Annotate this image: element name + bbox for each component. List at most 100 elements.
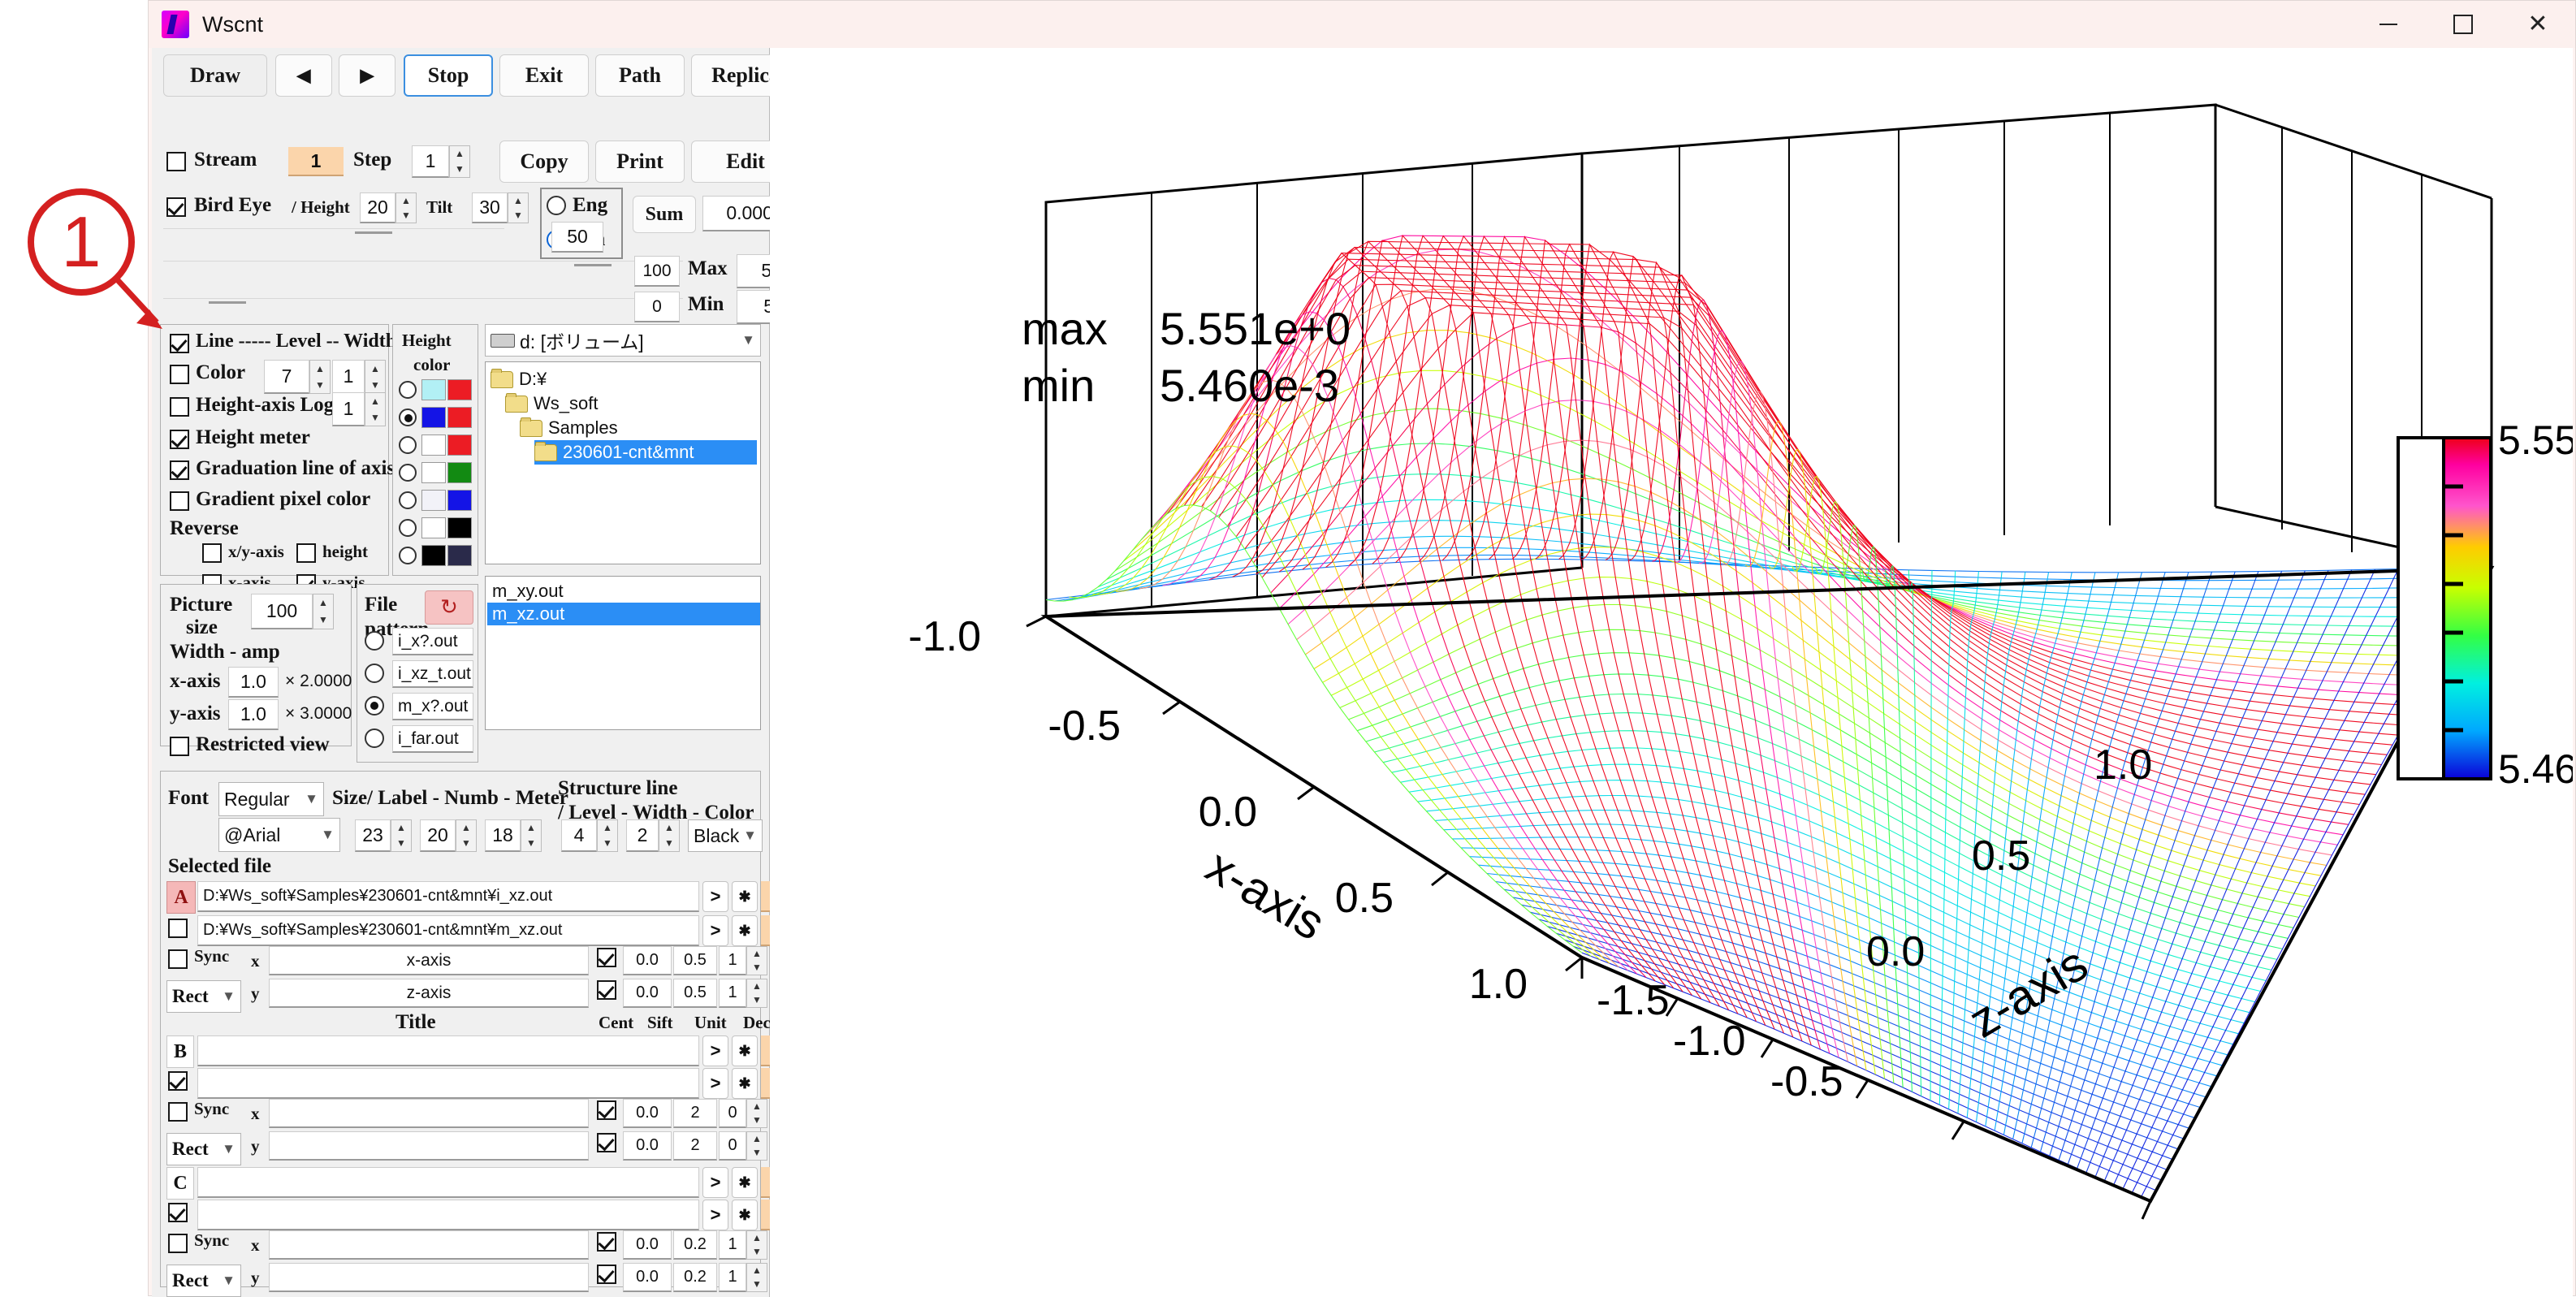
width-spinner-down[interactable]: ▼ xyxy=(365,377,385,393)
block-c-row1-star[interactable]: ✱ xyxy=(732,1167,758,1198)
drive-select[interactable]: d: [ボリューム] ▼ xyxy=(485,324,761,357)
axis-b-y-sift[interactable]: 0.0 xyxy=(623,1131,672,1161)
picture-y-axis-input[interactable]: 1.0 xyxy=(228,699,279,730)
sum-button[interactable]: Sum xyxy=(633,196,696,233)
shape-b-select[interactable]: Rect ▼ xyxy=(166,1133,241,1165)
cxd-down[interactable]: ▼ xyxy=(747,1245,767,1259)
ns-down[interactable]: ▼ xyxy=(456,836,476,851)
directory-tree[interactable]: D:¥Ws_softSamples230601-cnt&mnt xyxy=(485,361,761,564)
level-input[interactable]: 7 xyxy=(264,360,309,394)
height-color-radio-2[interactable] xyxy=(399,436,417,454)
restricted-view-checkbox[interactable] xyxy=(170,737,189,756)
line-checkbox[interactable] xyxy=(170,334,189,353)
width-input[interactable]: 1 xyxy=(332,360,365,394)
block-b-row2-expand[interactable]: > xyxy=(702,1068,728,1099)
minimize-button[interactable] xyxy=(2351,1,2426,48)
label-size-spinner[interactable]: ▲▼ xyxy=(391,819,412,852)
block-c-row1-expand[interactable]: > xyxy=(702,1167,728,1198)
file-pattern-label-1[interactable]: i_xz_t.out xyxy=(392,660,473,688)
step-spinner-up[interactable]: ▲ xyxy=(450,146,469,162)
height-color-radio-5[interactable] xyxy=(399,519,417,537)
axis-a-y-deci-spinner[interactable]: ▲▼ xyxy=(746,979,767,1008)
color-checkbox[interactable] xyxy=(170,365,189,384)
step-spinner[interactable]: ▲ ▼ xyxy=(449,145,470,178)
axis-c-x-cent-checkbox[interactable] xyxy=(597,1232,616,1252)
axis-a-y-cent-checkbox[interactable] xyxy=(597,980,616,1000)
level-spinner-up[interactable]: ▲ xyxy=(310,361,330,377)
stream-value[interactable]: 1 xyxy=(288,147,344,176)
meter-size-spinner[interactable]: ▲▼ xyxy=(521,819,542,852)
block-c-row2-input[interactable] xyxy=(197,1200,699,1230)
axis-c-y-title[interactable] xyxy=(269,1263,589,1292)
height-color-swatch-left-3[interactable] xyxy=(421,462,446,483)
file-b-checkbox[interactable] xyxy=(168,919,188,938)
step-spinner-down[interactable]: ▼ xyxy=(450,162,469,177)
bird-eye-checkbox[interactable] xyxy=(166,197,186,217)
file-b-star-button[interactable]: ✱ xyxy=(732,915,758,946)
axis-b-x-sift[interactable]: 0.0 xyxy=(623,1099,672,1128)
block-b-row2-checkbox[interactable] xyxy=(168,1071,188,1091)
ms-down[interactable]: ▼ xyxy=(521,836,541,851)
axis-c-x-deci-spinner[interactable]: ▲▼ xyxy=(746,1230,767,1260)
block-b-row2-star[interactable]: ✱ xyxy=(732,1068,758,1099)
file-pattern-label-2[interactable]: m_x?.out xyxy=(392,693,473,720)
tree-item-0[interactable]: D:¥ xyxy=(491,367,547,391)
block-b-row2-input[interactable] xyxy=(197,1068,699,1099)
step-input[interactable]: 1 xyxy=(412,145,449,178)
byd-up[interactable]: ▲ xyxy=(747,1132,767,1146)
block-c-row2-checkbox[interactable] xyxy=(168,1203,188,1222)
tree-item-3[interactable]: 230601-cnt&mnt xyxy=(534,440,757,465)
height-axis-log-spinner[interactable]: ▲▼ xyxy=(365,392,386,426)
tilt-spinner[interactable]: ▲▼ xyxy=(508,192,529,223)
axis-a-y-sift[interactable]: 0.0 xyxy=(623,979,672,1008)
axis-c-y-deci-spinner[interactable]: ▲▼ xyxy=(746,1263,767,1292)
file-b-expand-button[interactable]: > xyxy=(702,915,728,946)
axis-a-x-sift[interactable]: 0.0 xyxy=(623,946,672,975)
height-color-radio-4[interactable] xyxy=(399,491,417,509)
height-color-swatch-left-1[interactable] xyxy=(421,407,446,428)
height-color-radio-6[interactable] xyxy=(399,547,417,564)
structure-width-input[interactable]: 2 xyxy=(626,819,659,852)
ha-spinner-down[interactable]: ▼ xyxy=(365,409,385,426)
ayd-up[interactable]: ▲ xyxy=(747,979,767,993)
height-axis-log-checkbox[interactable] xyxy=(170,397,189,417)
axis-c-y-unit[interactable]: 0.2 xyxy=(673,1263,717,1292)
height-color-radio-0[interactable] xyxy=(399,381,417,399)
graduation-line-checkbox[interactable] xyxy=(170,460,189,480)
picture-x-axis-input[interactable]: 1.0 xyxy=(228,667,279,698)
height-spinner-up[interactable]: ▲ xyxy=(396,193,416,208)
gradient-pixel-checkbox[interactable] xyxy=(170,491,189,511)
file-path-a[interactable]: D:¥Ws_soft¥Samples¥230601-cnt&mnt¥i_xz.o… xyxy=(197,881,699,912)
sync-b-checkbox[interactable] xyxy=(168,1102,188,1122)
height-color-swatch-right-3[interactable] xyxy=(447,462,472,483)
axis-b-x-unit[interactable]: 2 xyxy=(673,1099,717,1128)
height-color-swatch-right-2[interactable] xyxy=(447,434,472,456)
level-spinner[interactable]: ▲▼ xyxy=(309,360,331,394)
axis-c-x-unit[interactable]: 0.2 xyxy=(673,1230,717,1260)
numb-size-spinner[interactable]: ▲▼ xyxy=(456,819,477,852)
sl-down[interactable]: ▼ xyxy=(598,836,617,851)
height-color-swatch-right-5[interactable] xyxy=(447,517,472,538)
axis-b-y-title[interactable] xyxy=(269,1131,589,1161)
file-a-expand-button[interactable]: > xyxy=(702,881,728,912)
ps-spinner-down[interactable]: ▼ xyxy=(313,612,333,629)
ls-up[interactable]: ▲ xyxy=(391,820,411,836)
stream-checkbox[interactable] xyxy=(166,152,186,171)
bxd-up[interactable]: ▲ xyxy=(747,1100,767,1113)
picture-size-input[interactable]: 100 xyxy=(251,594,313,629)
draw-button[interactable]: Draw xyxy=(163,54,267,97)
tilt-input[interactable]: 30 xyxy=(472,192,508,223)
file-list-item-0[interactable]: m_xy.out xyxy=(487,580,760,603)
tree-item-2[interactable]: Samples xyxy=(520,416,618,440)
picture-size-spinner[interactable]: ▲▼ xyxy=(313,594,334,629)
axis-c-y-deci[interactable]: 1 xyxy=(719,1263,746,1292)
cyd-up[interactable]: ▲ xyxy=(747,1264,767,1278)
stop-button[interactable]: Stop xyxy=(404,54,493,97)
height-color-radio-3[interactable] xyxy=(399,464,417,482)
block-b-row1-expand[interactable]: > xyxy=(702,1035,728,1066)
axis-a-x-cent-checkbox[interactable] xyxy=(597,948,616,967)
tilt-spinner-down[interactable]: ▼ xyxy=(508,208,528,223)
reverse-xy-axis-checkbox[interactable] xyxy=(202,543,222,563)
label-size-input[interactable]: 23 xyxy=(355,819,391,852)
height-color-swatch-right-1[interactable] xyxy=(447,407,472,428)
